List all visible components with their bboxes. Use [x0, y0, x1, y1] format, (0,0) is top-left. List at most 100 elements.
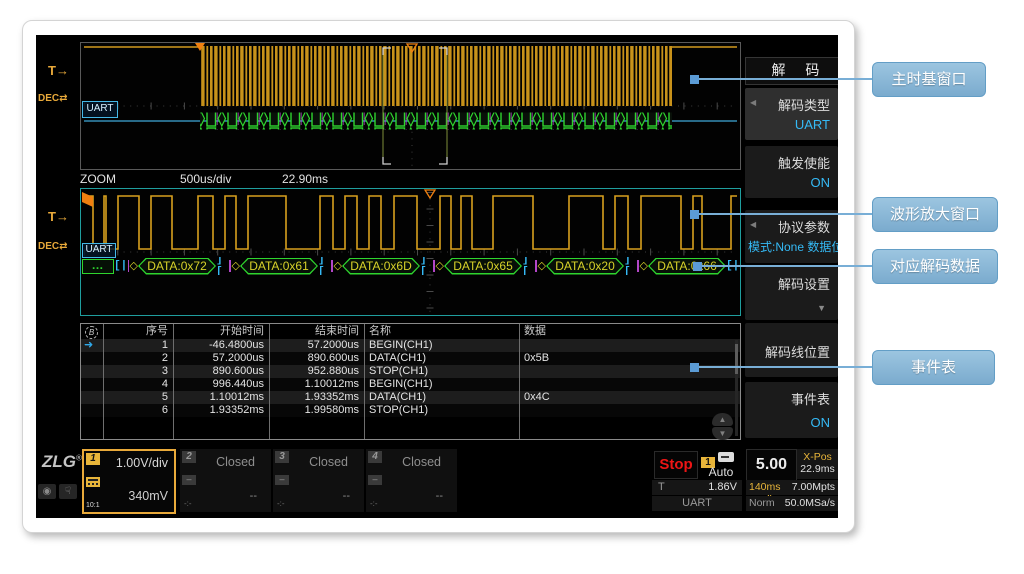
t-label: T	[48, 209, 56, 224]
frame-bracket-icon: ][	[216, 257, 228, 275]
menu-item-trigger-enable[interactable]: 触发使能 ON	[745, 146, 838, 198]
t-arrow-icon: →	[56, 209, 69, 224]
menu-item-decode-settings[interactable]: 解码设置 ▼	[745, 267, 838, 320]
table-row[interactable]: 4996.440us 1.10012msBEGIN(CH1)	[81, 378, 740, 391]
scroll-up-icon: ▲	[719, 415, 727, 424]
callout-line	[698, 213, 872, 215]
callout-zoom-window: 波形放大窗口	[872, 197, 998, 232]
menu-item-decode-line-pos[interactable]: 解码线位置	[745, 323, 838, 377]
time-scale: 5.00	[756, 456, 787, 473]
channel-4-box[interactable]: 4 – Closed -:- --	[366, 449, 457, 512]
edge-coupling-icon	[718, 452, 734, 462]
decode-block: DATA:0x72	[138, 258, 216, 275]
dec-arrows-icon: ⇄	[59, 93, 67, 104]
channel-3-status: Closed	[309, 455, 348, 469]
frame-bracket-icon: ][	[318, 257, 330, 275]
menu-item-decode-type[interactable]: ◀ 解码类型 UART	[745, 88, 838, 140]
scroll-up-button[interactable]: ▲	[712, 413, 733, 426]
parity-mark-icon	[535, 260, 537, 272]
coupling-off-icon: –	[368, 475, 382, 485]
table-scroll-buttons: ▲ ▼	[712, 413, 733, 440]
scroll-down-icon: ▼	[719, 429, 727, 438]
callout-square	[690, 210, 699, 219]
channel-4-probe: -:-	[370, 499, 378, 508]
frame-bracket-icon: [|	[114, 260, 127, 272]
acquire-mode: Norm	[749, 496, 775, 511]
dec-marker-zoom: DEC⇄	[38, 241, 68, 252]
dec-marker: DEC⇄	[38, 93, 68, 104]
main-timebase-window	[80, 42, 741, 170]
table-row[interactable]: ➜ 1-46.4800us 57.2000usBEGIN(CH1)	[81, 339, 740, 352]
col-start-time: 开始时间	[173, 324, 269, 340]
touch-icon[interactable]: ◉	[38, 484, 56, 499]
table-row[interactable]: 61.93352ms 1.99580msSTOP(CH1)	[81, 404, 740, 417]
decode-block: DATA:0x61	[240, 258, 318, 275]
scroll-down-button[interactable]: ▼	[712, 427, 733, 440]
memory-time: 140ms	[749, 480, 781, 495]
status-bar: ZLG® ◉☟ 1 10:1 1.00V/div 340mV 2 – Close…	[36, 448, 838, 518]
callout-main-timebase: 主时基窗口	[872, 62, 986, 97]
start-bit-icon: ◇	[130, 261, 138, 272]
channel-1-box[interactable]: 1 10:1 1.00V/div 340mV	[82, 449, 176, 514]
callout-line	[701, 265, 872, 267]
channel-3-badge: 3	[275, 451, 289, 463]
table-row[interactable]: 51.10012ms 1.93352msDATA(CH1) 0x4C	[81, 391, 740, 404]
channel-1-offset: 340mV	[128, 489, 168, 503]
channel-3-offset: --	[343, 490, 350, 502]
coupling-off-icon: –	[275, 475, 289, 485]
event-table: B 序号 开始时间 结束时间 名称 数据 ➜ 1-46.4800us 57.20…	[80, 323, 741, 440]
callout-square	[690, 75, 699, 84]
current-row-pointer-icon: ➜	[81, 339, 103, 352]
sample-rate: 50.0MSa/s	[785, 496, 835, 511]
start-bit-icon: ◇	[640, 261, 648, 272]
memory-depth: 7.00Mpts	[792, 480, 835, 495]
trigger-sweep-mode: Auto	[702, 465, 740, 479]
callout-square	[693, 262, 702, 271]
zoom-waveform-window	[80, 188, 741, 316]
channel-3-box[interactable]: 3 – Closed -:- --	[273, 449, 364, 512]
channel-4-badge: 4	[368, 451, 382, 463]
col-end-time: 结束时间	[269, 324, 364, 340]
table-row[interactable]: 257.2000us 890.600usDATA(CH1) 0x5B	[81, 352, 740, 365]
trigger-enable-value: ON	[811, 175, 831, 190]
start-bit-icon: ◇	[538, 261, 546, 272]
decode-block: DATA:0x6D	[342, 258, 420, 275]
xpos-value: 22.9ms	[797, 463, 838, 475]
callout-line	[698, 366, 872, 368]
frame-bracket-icon: ][	[420, 257, 432, 275]
decode-block: DATA:0x65	[444, 258, 522, 275]
callout-event-table: 事件表	[872, 350, 995, 385]
t-arrow-icon: →	[56, 63, 69, 78]
trigger-level-marker: T→	[48, 63, 69, 78]
channel-2-badge: 2	[182, 451, 196, 463]
trigger-level-label: T	[658, 480, 665, 495]
menu-item-protocol-params[interactable]: ◀ 协议参数 模式:None 数据位	[745, 210, 838, 263]
table-row[interactable]: 3890.600us 952.880usSTOP(CH1)	[81, 365, 740, 378]
channel-2-probe: -:-	[184, 499, 192, 508]
frame-bracket-icon: ][	[522, 257, 534, 275]
decode-type-value: UART	[795, 117, 830, 132]
horizontal-status-group[interactable]: 5.00 ms/ div X-Pos 22.9ms 140ms 7.00Mpts…	[746, 449, 838, 512]
uart-bus-tag-zoom: UART	[82, 243, 116, 258]
table-scrollbar[interactable]	[735, 340, 738, 436]
frame-bracket-icon: ][	[624, 257, 636, 275]
logo-icons: ◉☟	[38, 481, 80, 499]
uart-bus-tag-main: UART	[82, 101, 118, 118]
zlg-logo: ZLG®	[42, 452, 82, 472]
col-name: 名称	[364, 324, 519, 340]
channel-1-scale: 1.00V/div	[116, 456, 168, 470]
probe-ratio: 10:1	[86, 502, 100, 509]
channel-2-box[interactable]: 2 – Closed -:- --	[180, 449, 271, 512]
dec-label: DEC	[38, 93, 59, 104]
dc-coupling-icon	[86, 477, 100, 487]
channel-1-badge: 1	[86, 453, 100, 465]
channel-4-status: Closed	[402, 455, 441, 469]
parity-mark-icon	[637, 260, 639, 272]
tap-icon[interactable]: ☟	[59, 484, 77, 499]
zoom-position: 22.90ms	[282, 172, 328, 186]
trigger-status-group[interactable]: Stop 1 Auto T 1.86V UART	[652, 449, 742, 512]
col-index: 序号	[103, 324, 173, 340]
start-bit-icon: ◇	[232, 261, 240, 272]
trigger-type: UART	[682, 497, 712, 509]
menu-item-event-table[interactable]: 事件表 ON	[745, 382, 838, 438]
